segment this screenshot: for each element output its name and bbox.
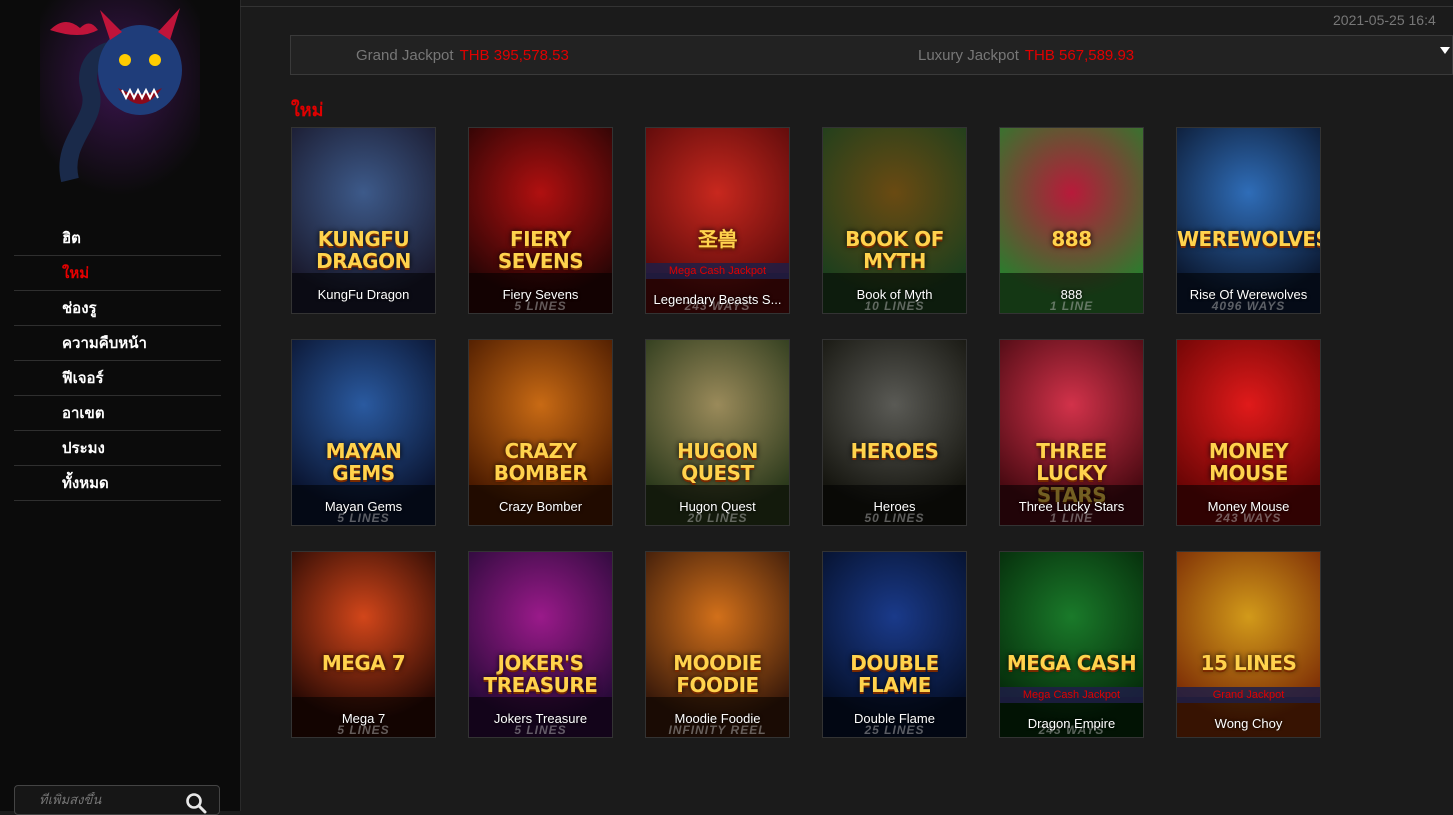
game-logo-text: JOKER'S TREASURE — [483, 651, 598, 697]
search-input[interactable] — [37, 792, 191, 809]
game-card[interactable]: JOKER'S TREASURE 5 LINES Jokers Treasure — [468, 551, 613, 738]
game-card[interactable]: 15 LINES Grand Jackpot Wong Choy — [1176, 551, 1321, 738]
nav-item[interactable]: ความคืบหน้า — [14, 326, 221, 361]
top-bar — [240, 0, 1453, 7]
game-card[interactable]: FIERY SEVENS 5 LINES Fiery Sevens — [468, 127, 613, 314]
nav-item[interactable]: ประมง — [14, 431, 221, 466]
game-card[interactable]: CRAZY BOMBER Crazy Bomber — [468, 339, 613, 526]
game-name: Mayan Gems — [324, 499, 403, 514]
game-card[interactable]: MONEY MOUSE 243 WAYS Money Mouse — [1176, 339, 1321, 526]
game-card[interactable]: 888 1 LINE 888 — [999, 127, 1144, 314]
game-name: Book of Myth — [856, 287, 933, 302]
game-name: Crazy Bomber — [498, 499, 583, 514]
game-logo-text: WEREWOLVES — [1177, 227, 1321, 251]
dragon-logo — [40, 0, 200, 195]
game-logo-text: MEGA CASH — [1006, 651, 1137, 675]
game-name: Money Mouse — [1207, 499, 1290, 514]
nav-item[interactable]: ทั้งหมด — [14, 466, 221, 501]
game-card[interactable]: MEGA CASH Mega Cash Jackpot 243 WAYS Dragon… — [999, 551, 1144, 738]
game-card[interactable]: DOUBLE FLAME 25 LINES Double Flame — [822, 551, 967, 738]
game-name: Rise Of Werewolves — [1189, 287, 1308, 302]
nav-item[interactable]: อาเขต — [14, 396, 221, 431]
nav-item[interactable]: ใหม่ — [14, 256, 221, 291]
jackpot-tag: Mega Cash Jackpot — [646, 263, 789, 279]
game-name: Heroes — [873, 499, 916, 514]
game-card[interactable]: THREE LUCKY STARS1 LINEThree Lucky Stars — [999, 339, 1144, 526]
game-card[interactable]: HUGON QUEST 20 LINES Hugon Quest — [645, 339, 790, 526]
game-name: 888 — [1060, 287, 1083, 302]
game-name: Hugon Quest — [679, 499, 756, 514]
jackpot-tag: Mega Cash Jackpot — [1000, 687, 1143, 703]
game-logo-text: MEGA 7 — [321, 651, 406, 675]
game-logo-text: DOUBLE FLAME — [850, 651, 939, 697]
game-logo-text: HUGON QUEST — [677, 439, 758, 485]
game-name: Moodie Foodie — [674, 711, 761, 726]
nav-item[interactable]: ฟีเจอร์ — [14, 361, 221, 396]
jackpot-label: Grand Jackpot — [356, 47, 454, 64]
jackpot-value: THB 395,578.53 — [459, 47, 569, 64]
game-logo-text: MOODIE FOODIE — [673, 651, 762, 697]
game-card[interactable]: KUNGFU DRAGON KungFu Dragon — [291, 127, 436, 314]
game-name: Mega 7 — [341, 711, 386, 726]
game-card[interactable]: MOODIE FOODIE INFINITY REEL Moodie Foodie — [645, 551, 790, 738]
game-card[interactable]: WEREWOLVES 4096 WAYS Rise Of Werewolves — [1176, 127, 1321, 314]
game-logo-text: 888 — [1051, 227, 1092, 251]
game-name: Wong Choy — [1214, 716, 1283, 731]
jackpot-ticker: Grand Jackpot THB 395,578.53 Luxury Jackp… — [290, 35, 1453, 75]
nav-item[interactable]: ฮิต — [14, 221, 221, 256]
luxury-jackpot: Luxury Jackpot THB 567,589.93 — [918, 47, 1134, 64]
game-name: Double Flame — [854, 711, 935, 726]
jackpot-label: Luxury Jackpot — [918, 47, 1019, 64]
category-nav: ฮิต ใหม่ ช่องรู ความคืบหน้า ฟีเจอร์ อาเขต ประม… — [14, 221, 221, 501]
section-title: ใหม่ — [291, 100, 324, 121]
game-logo-text: MAYAN GEMS — [325, 439, 402, 485]
game-name: KungFu Dragon — [317, 287, 410, 302]
jackpot-value: THB 567,589.93 — [1024, 47, 1135, 64]
jackpot-tag: Grand Jackpot — [1177, 687, 1320, 703]
game-card[interactable]: MAYAN GEMS 5 LINES Mayan Gems — [291, 339, 436, 526]
sidebar: ฮิต ใหม่ ช่องรู ความคืบหน้า ฟีเจอร์ อาเขต ประม… — [0, 0, 241, 815]
game-logo-text: KUNGFU DRAGON — [316, 227, 411, 273]
server-datetime: 2021-05-25 16:4 — [1333, 12, 1436, 28]
game-logo-text: 15 LINES — [1200, 651, 1297, 675]
game-name: Legendary Beasts S... — [653, 292, 782, 307]
game-logo-text: FIERY SEVENS — [497, 227, 584, 273]
game-logo-text: 圣兽 — [698, 227, 738, 251]
chevron-down-icon[interactable] — [1440, 47, 1450, 54]
game-name: Dragon Empire — [1027, 716, 1116, 731]
grand-jackpot: Grand Jackpot THB 395,578.53 — [356, 47, 569, 64]
game-card[interactable]: BOOK OF MYTH 10 LINES Book of Myth — [822, 127, 967, 314]
game-logo-text: CRAZY BOMBER — [493, 439, 588, 485]
game-name: Jokers Treasure — [493, 711, 588, 726]
game-name: Three Lucky Stars — [1018, 499, 1125, 514]
game-logo-text: BOOK OF MYTH — [845, 227, 944, 273]
game-logo-text: MONEY MOUSE — [1208, 439, 1289, 485]
game-logo-text: HEROES — [850, 439, 939, 463]
game-card[interactable]: HEROES 50 LINES Heroes — [822, 339, 967, 526]
nav-item[interactable]: ช่องรู — [14, 291, 221, 326]
game-card[interactable]: 圣兽 Mega Cash Jackpot 243 WAYS Legendary Bea… — [645, 127, 790, 314]
game-name: Fiery Sevens — [502, 287, 579, 302]
game-card[interactable]: MEGA 75 LINES Mega 7 — [291, 551, 436, 738]
